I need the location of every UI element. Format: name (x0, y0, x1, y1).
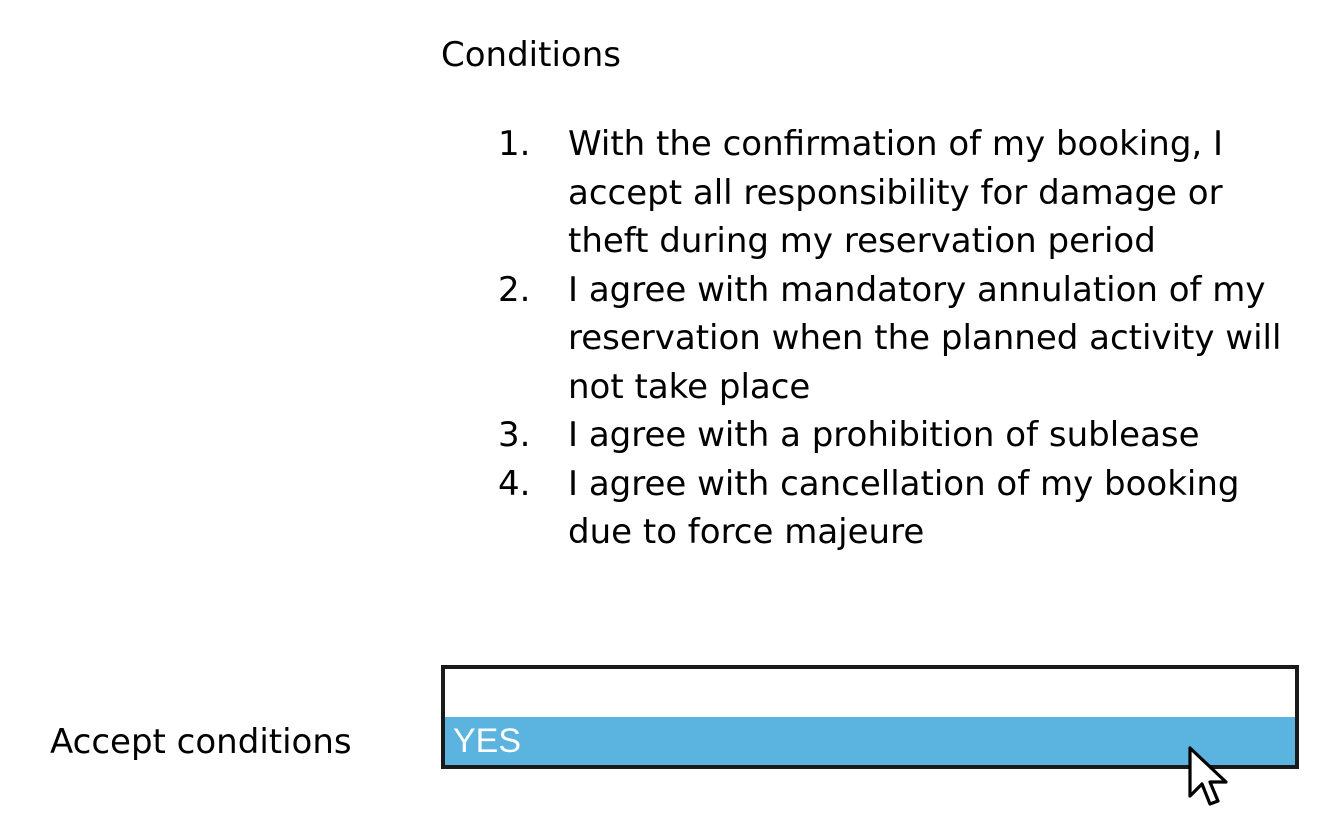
condition-item-2: 2. I agree with mandatory annulation of … (498, 266, 1288, 412)
condition-number: 2. (498, 269, 531, 310)
mouse-pointer-icon (1188, 746, 1228, 806)
option-blank[interactable] (445, 669, 1295, 717)
option-yes[interactable]: YES (445, 717, 1295, 765)
condition-item-4: 4. I agree with cancellation of my booki… (498, 460, 1288, 557)
condition-item-3: 3. I agree with a prohibition of subleas… (498, 411, 1288, 460)
accept-conditions-label: Accept conditions (50, 722, 352, 762)
condition-number: 1. (498, 124, 531, 164)
condition-text: I agree with mandatory annulation of my … (568, 269, 1282, 407)
condition-text: With the confirmation of my booking, I a… (568, 124, 1224, 261)
accept-conditions-listbox[interactable]: YES (441, 665, 1299, 769)
conditions-list: 1. With the confirmation of my booking, … (498, 120, 1288, 557)
condition-number: 3. (498, 415, 531, 455)
condition-number: 4. (498, 463, 531, 504)
condition-text: I agree with cancellation of my booking … (568, 463, 1240, 553)
conditions-heading: Conditions (441, 35, 621, 75)
condition-item-1: 1. With the confirmation of my booking, … (498, 120, 1288, 266)
condition-text: I agree with a prohibition of sublease (568, 415, 1200, 455)
